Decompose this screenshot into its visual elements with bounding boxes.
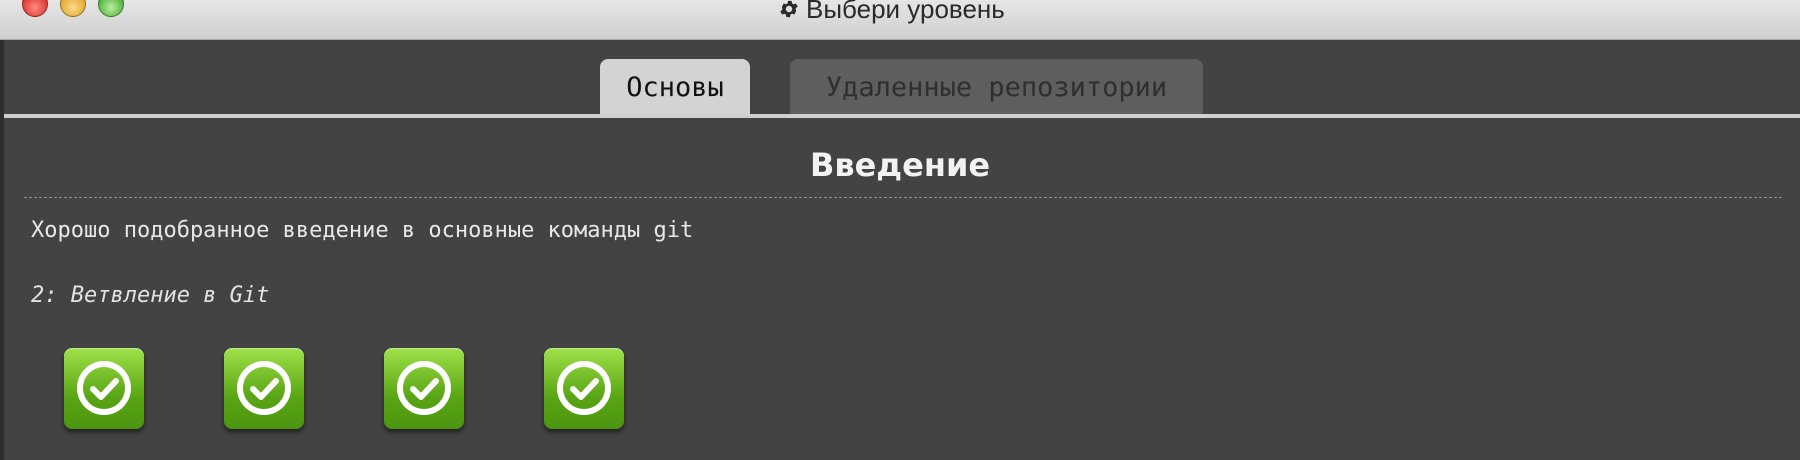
level-button-1[interactable]: [64, 348, 144, 429]
level-select-window: Выбери уровень Основы Удаленные репозито…: [0, 0, 1800, 460]
tab-bar-divider: [4, 114, 1800, 118]
level-button-3[interactable]: [384, 348, 464, 429]
tab-basics[interactable]: Основы: [600, 59, 750, 115]
level-button-2[interactable]: [224, 348, 304, 429]
minimize-window-button[interactable]: [60, 0, 86, 17]
window-title: Выбери уровень: [778, 0, 1005, 24]
check-circle-icon: [397, 361, 451, 415]
section-description: Хорошо подобранное введение в основные к…: [31, 218, 694, 243]
tab-basics-label: Основы: [626, 71, 724, 103]
check-circle-icon: [77, 361, 131, 415]
section-divider: [24, 197, 1782, 198]
gear-icon: [780, 0, 798, 18]
close-window-button[interactable]: [22, 0, 48, 17]
level-button-4[interactable]: [544, 348, 624, 429]
maximize-window-button[interactable]: [98, 0, 124, 17]
check-circle-icon: [557, 361, 611, 415]
window-edge: [0, 0, 4, 460]
window-title-text: Выбери уровень: [806, 0, 1005, 24]
check-circle-icon: [237, 361, 291, 415]
section-title: Введение: [809, 146, 991, 184]
tab-remote-repositories-label: Удаленные репозитории: [825, 71, 1168, 103]
tab-remote-repositories[interactable]: Удаленные репозитории: [790, 59, 1203, 115]
title-bar: Выбери уровень: [0, 0, 1800, 40]
current-level-name: 2: Ветвление в Git: [31, 283, 270, 308]
